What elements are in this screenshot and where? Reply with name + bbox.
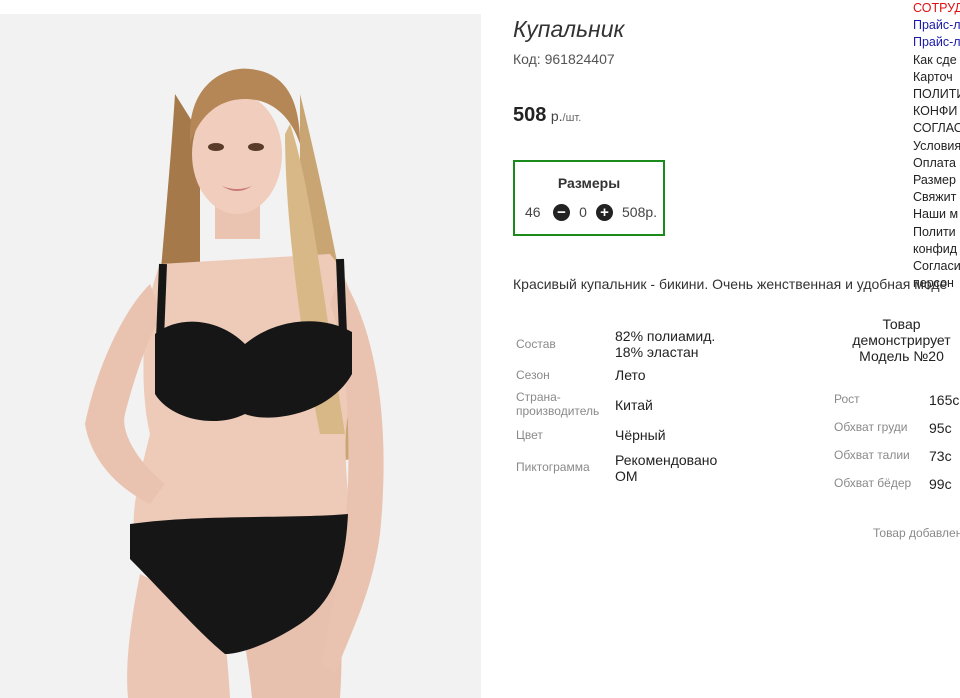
product-description: Красивый купальник - бикини. Очень женст… [513,276,948,292]
sizes-panel: Размеры 46 − 0 + 508р. [513,160,665,236]
spec-label: Страна- производитель [516,390,600,418]
sidebar-link[interactable]: Условия [913,138,960,155]
model-illustration [0,14,481,698]
spec-label: Пиктограмма [516,460,590,474]
product-price: 508 р./шт. [513,104,581,127]
sidebar-link[interactable]: Прайс-л [913,34,960,51]
sidebar-link[interactable]: конфид [913,241,960,258]
sidebar-link[interactable]: Размер [913,172,960,189]
spec-label: Состав [516,337,556,351]
model-value: 73с [929,448,952,464]
sidebar-link[interactable]: Прайс-л [913,17,960,34]
plus-icon[interactable]: + [596,203,613,221]
product-code: Код: 961824407 [513,51,615,67]
model-label: Обхват талии [834,448,910,462]
sidebar-link[interactable]: КОНФИ [913,103,960,120]
quantity-value: 0 [579,204,587,220]
price-value: 508 [513,104,547,126]
sidebar-link[interactable]: Свяжит [913,189,960,206]
model-label: Обхват груди [834,420,908,434]
model-label: Рост [834,392,860,406]
spec-value: 82% полиамид. 18% эластан [615,328,716,360]
sidebar-link[interactable]: СОТРУД [913,0,960,17]
product-photo[interactable] [0,14,481,698]
minus-icon[interactable]: − [553,203,570,221]
sidebar-link[interactable]: ПОЛИТИ [913,86,960,103]
sidebar-link[interactable]: СОГЛАС [913,120,960,137]
sidebar-link[interactable]: Наши м [913,206,960,223]
spec-value: Чёрный [615,427,666,443]
sidebar-link[interactable]: Карточ [913,69,960,86]
model-label: Обхват бёдер [834,476,912,490]
spec-value: Рекомендовано ОМ [615,452,718,484]
price-currency: р. [550,108,563,124]
sidebar-link[interactable]: персон [913,275,960,290]
product-title: Купальник [513,16,625,42]
price-unit: /шт. [562,112,582,124]
added-note: Товар добавлен [873,526,960,540]
spec-label: Цвет [516,428,543,442]
sidebar-link[interactable]: Полити [913,224,960,241]
line-total: 508р. [622,204,658,220]
size-label: 46 [525,204,541,220]
size-quantity-row: 46 − 0 + 508р. [525,203,657,221]
sizes-title: Размеры [557,175,621,191]
sidebar-link[interactable]: Согласи [913,258,960,275]
model-title: Товар демонстрирует Модель №20 [852,316,951,364]
spec-label: Сезон [516,368,550,382]
model-value: 165с [929,392,960,408]
spec-value: Лето [615,367,646,383]
spec-value: Китай [615,397,653,413]
model-value: 99с [929,476,952,492]
sidebar-link[interactable]: Как сде [913,52,960,69]
sidebar-link[interactable]: Оплата [913,155,960,172]
sidebar-links: СОТРУД Прайс-л Прайс-л Как сде Карточ ПО… [913,0,960,290]
model-value: 95с [929,420,952,436]
